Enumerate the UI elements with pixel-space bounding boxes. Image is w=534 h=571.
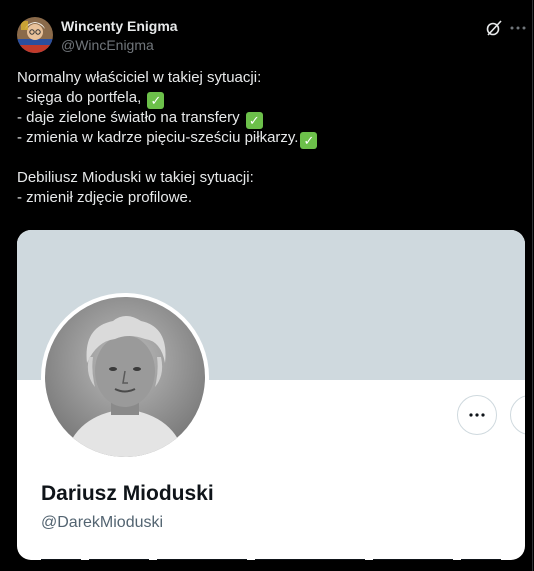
tweet-text: Normalny właściciel w takiej sytuacji: -… bbox=[17, 68, 522, 208]
card-profile-name: Dariusz Mioduski bbox=[41, 482, 214, 505]
tweet-line-text: - daje zielone światło na transfery bbox=[17, 109, 240, 126]
card-bio-cutoff bbox=[41, 552, 511, 560]
author-name[interactable]: Wincenty Enigma bbox=[61, 18, 178, 34]
more-options-icon bbox=[469, 413, 485, 417]
tweet-line: - zmienia w kadrze pięciu-sześciu piłkar… bbox=[17, 128, 522, 149]
tweet-line: Debiliusz Mioduski w takiej sytuacji: bbox=[17, 169, 254, 186]
tweet-line: - sięga do portfela, ✓ bbox=[17, 88, 522, 109]
check-mark-emoji-icon: ✓ bbox=[245, 112, 263, 129]
user-avatar[interactable] bbox=[17, 17, 53, 53]
profile-photo-icon bbox=[45, 297, 205, 457]
more-options-icon bbox=[510, 26, 526, 30]
user-avatar-icon bbox=[17, 17, 53, 53]
check-mark-emoji-icon: ✓ bbox=[147, 92, 165, 109]
more-options-button[interactable] bbox=[508, 18, 528, 38]
tweet-line-text: - zmienia w kadrze pięciu-sześciu piłkar… bbox=[17, 129, 299, 146]
cut-off-text-icon bbox=[41, 559, 501, 560]
tweet-line: - zmienił zdjęcie profilowe. bbox=[17, 189, 193, 206]
card-more-button bbox=[457, 395, 497, 435]
check-mark-emoji-icon: ✓ bbox=[300, 132, 318, 149]
author-handle[interactable]: @WincEnigma bbox=[61, 37, 154, 53]
embedded-profile-image[interactable]: Dariusz Mioduski @DarekMioduski bbox=[17, 230, 525, 560]
grok-button[interactable] bbox=[484, 18, 504, 38]
grok-icon bbox=[486, 20, 502, 36]
tweet-line: - daje zielone światło na transfery ✓ bbox=[17, 108, 522, 129]
tweet-container: Wincenty Enigma @WincEnigma Normalny wła… bbox=[0, 0, 533, 571]
tweet-line-text: - sięga do portfela, bbox=[17, 89, 142, 106]
tweet-line: Normalny właściciel w takiej sytuacji: bbox=[17, 69, 262, 86]
profile-photo bbox=[41, 293, 209, 461]
card-action-button bbox=[510, 395, 525, 435]
card-profile-handle: @DarekMioduski bbox=[41, 514, 164, 531]
